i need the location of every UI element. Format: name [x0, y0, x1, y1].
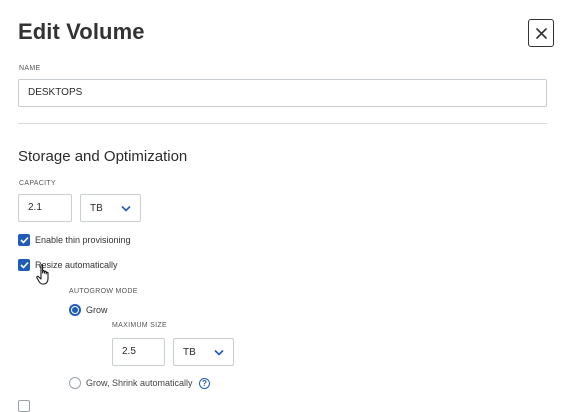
dialog-title: Edit Volume — [18, 19, 145, 44]
resize-automatically-checkbox[interactable] — [18, 259, 30, 271]
name-label: NAME — [19, 65, 41, 72]
capacity-input[interactable]: 2.1 — [18, 194, 72, 222]
thin-provisioning-checkbox[interactable] — [18, 234, 30, 246]
chevron-down-icon — [121, 205, 131, 212]
close-icon — [535, 27, 547, 39]
maximum-size-label: MAXIMUM SIZE — [112, 322, 167, 329]
grow-radio-label[interactable]: Grow — [86, 305, 108, 315]
maximum-size-unit-select[interactable]: TB — [173, 338, 234, 366]
maximum-size-input[interactable]: 2.5 — [112, 338, 165, 366]
checkmark-icon — [19, 236, 29, 244]
maximum-size-unit-value: TB — [183, 346, 196, 358]
capacity-unit-value: TB — [90, 202, 103, 214]
divider — [18, 123, 547, 124]
thin-provisioning-label[interactable]: Enable thin provisioning — [35, 235, 131, 245]
capacity-label: CAPACITY — [19, 180, 56, 187]
grow-shrink-radio[interactable] — [69, 377, 81, 389]
hand-pointer-icon — [36, 264, 49, 285]
help-icon[interactable]: ? — [199, 378, 210, 389]
partial-checkbox[interactable] — [18, 400, 30, 412]
close-button[interactable] — [528, 19, 554, 47]
chevron-down-icon — [214, 349, 224, 356]
autogrow-mode-label: AUTOGROW MODE — [69, 288, 138, 295]
section-title: Storage and Optimization — [18, 148, 188, 165]
grow-radio[interactable] — [69, 304, 81, 316]
name-input[interactable]: DESKTOPS — [18, 79, 547, 107]
capacity-unit-select[interactable]: TB — [80, 194, 141, 222]
grow-shrink-radio-label[interactable]: Grow, Shrink automatically — [86, 378, 193, 388]
checkmark-icon — [19, 261, 29, 269]
